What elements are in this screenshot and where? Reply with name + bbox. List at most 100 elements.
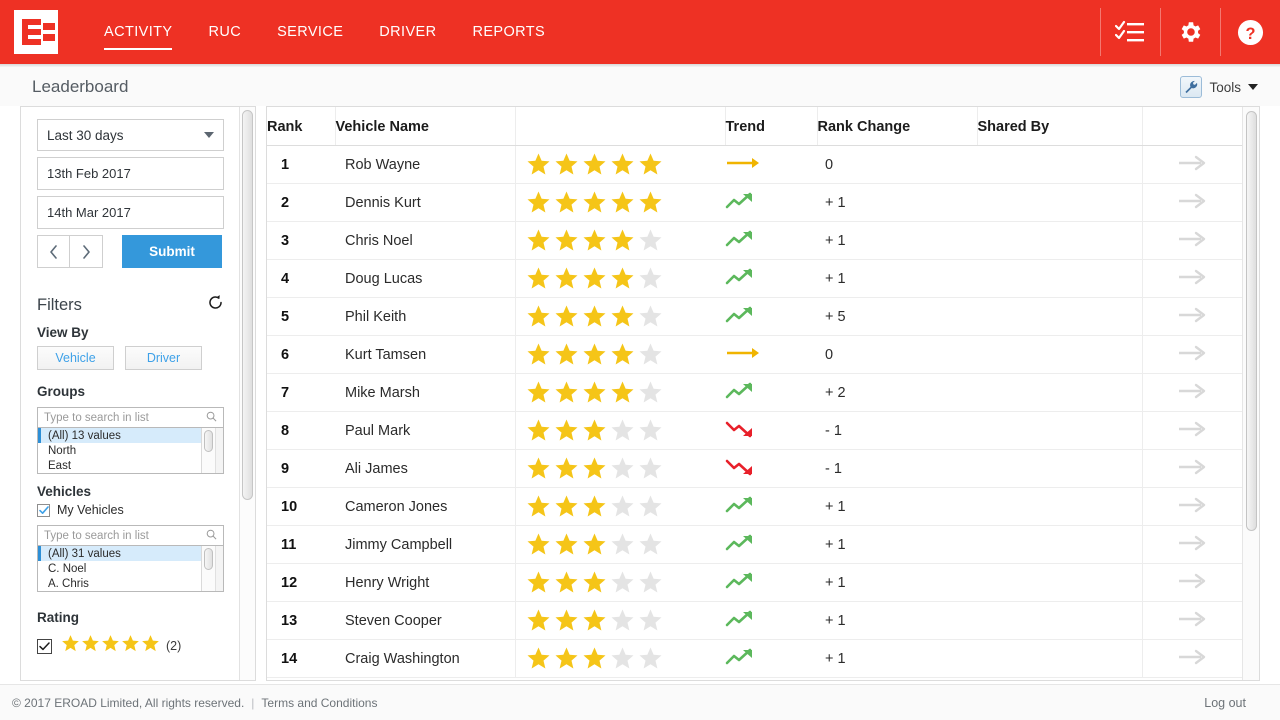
cell-action[interactable] bbox=[1142, 145, 1242, 184]
prev-period-button[interactable] bbox=[37, 235, 70, 268]
cell-action[interactable] bbox=[1142, 525, 1242, 564]
vehicles-search-input[interactable]: Type to search in list bbox=[37, 525, 224, 546]
nav-item-ruc[interactable]: RUC bbox=[208, 0, 241, 64]
table-row[interactable]: 10 Cameron Jones + 1 bbox=[267, 487, 1242, 526]
my-vehicles-row[interactable]: My Vehicles bbox=[37, 503, 224, 517]
table-row[interactable]: 6 Kurt Tamsen 0 bbox=[267, 335, 1242, 374]
my-vehicles-checkbox[interactable] bbox=[37, 503, 50, 517]
list-item[interactable]: (All) 13 values bbox=[38, 428, 201, 443]
list-item[interactable]: C. Noel bbox=[38, 561, 201, 576]
column-header-rank-change[interactable]: Rank Change bbox=[817, 107, 978, 146]
column-header-shared-by[interactable]: Shared By bbox=[977, 107, 1143, 146]
table-row[interactable]: 3 Chris Noel + 1 bbox=[267, 221, 1242, 260]
cell-rating bbox=[515, 259, 725, 298]
cell-action[interactable] bbox=[1142, 487, 1242, 526]
table-row[interactable]: 14 Craig Washington + 1 bbox=[267, 639, 1242, 678]
date-from-input[interactable]: 13th Feb 2017 bbox=[37, 157, 224, 190]
groups-list[interactable]: (All) 13 values North East bbox=[37, 428, 224, 474]
table-row[interactable]: 11 Jimmy Campbell + 1 bbox=[267, 525, 1242, 564]
sidebar-scrollbar-thumb[interactable] bbox=[242, 110, 253, 500]
tools-menu[interactable]: Tools bbox=[1180, 76, 1258, 98]
row-detail-arrow-icon[interactable] bbox=[1177, 649, 1207, 671]
logout-link[interactable]: Log out bbox=[1204, 696, 1246, 710]
sidebar-scrollbar[interactable] bbox=[239, 107, 255, 680]
cell-vehicle-name: Mike Marsh bbox=[335, 373, 516, 412]
gear-icon[interactable] bbox=[1160, 0, 1220, 64]
row-detail-arrow-icon[interactable] bbox=[1177, 307, 1207, 329]
submit-button[interactable]: Submit bbox=[122, 235, 222, 268]
rating-filter-5-stars[interactable]: (2) bbox=[37, 634, 224, 658]
groups-list-scrollbar[interactable] bbox=[201, 428, 215, 473]
column-header-rank[interactable]: Rank bbox=[267, 107, 336, 146]
nav-item-activity[interactable]: ACTIVITY bbox=[104, 0, 173, 64]
next-period-button[interactable] bbox=[70, 235, 103, 268]
row-detail-arrow-icon[interactable] bbox=[1177, 231, 1207, 253]
date-to-input[interactable]: 14th Mar 2017 bbox=[37, 196, 224, 229]
cell-vehicle-name: Craig Washington bbox=[335, 639, 516, 678]
row-detail-arrow-icon[interactable] bbox=[1177, 383, 1207, 405]
table-row[interactable]: 7 Mike Marsh + 2 bbox=[267, 373, 1242, 412]
vehicles-list-scrollbar[interactable] bbox=[201, 546, 215, 591]
cell-action[interactable] bbox=[1142, 449, 1242, 488]
footer: © 2017 EROAD Limited, All rights reserve… bbox=[0, 684, 1280, 720]
cell-action[interactable] bbox=[1142, 221, 1242, 260]
date-range-select[interactable]: Last 30 days bbox=[37, 119, 224, 151]
view-by-vehicle-button[interactable]: Vehicle bbox=[37, 346, 114, 370]
row-detail-arrow-icon[interactable] bbox=[1177, 269, 1207, 291]
row-detail-arrow-icon[interactable] bbox=[1177, 497, 1207, 519]
list-item[interactable]: North bbox=[38, 443, 201, 458]
groups-outer-scrollbar[interactable] bbox=[215, 428, 223, 473]
table-row[interactable]: 8 Paul Mark - 1 bbox=[267, 411, 1242, 450]
cell-action[interactable] bbox=[1142, 259, 1242, 298]
help-icon[interactable]: ? bbox=[1220, 0, 1280, 64]
date-to-value: 14th Mar 2017 bbox=[47, 205, 131, 220]
nav-item-driver[interactable]: DRIVER bbox=[379, 0, 436, 64]
vehicles-search-placeholder: Type to search in list bbox=[44, 529, 149, 542]
list-item[interactable]: East bbox=[38, 458, 201, 473]
vehicles-outer-scrollbar[interactable] bbox=[215, 546, 223, 591]
row-detail-arrow-icon[interactable] bbox=[1177, 155, 1207, 177]
nav-item-reports[interactable]: REPORTS bbox=[472, 0, 545, 64]
cell-shared-by bbox=[977, 183, 1143, 222]
table-row[interactable]: 13 Steven Cooper + 1 bbox=[267, 601, 1242, 640]
cell-action[interactable] bbox=[1142, 563, 1242, 602]
cell-action[interactable] bbox=[1142, 373, 1242, 412]
vehicles-list[interactable]: (All) 31 values C. Noel A. Chris bbox=[37, 546, 224, 592]
table-row[interactable]: 5 Phil Keith + 5 bbox=[267, 297, 1242, 336]
cell-action[interactable] bbox=[1142, 601, 1242, 640]
cell-action[interactable] bbox=[1142, 335, 1242, 374]
checklist-icon[interactable] bbox=[1100, 0, 1160, 64]
row-detail-arrow-icon[interactable] bbox=[1177, 459, 1207, 481]
rating-checkbox[interactable] bbox=[37, 638, 52, 654]
cell-action[interactable] bbox=[1142, 639, 1242, 678]
table-row[interactable]: 9 Ali James - 1 bbox=[267, 449, 1242, 488]
cell-rank-change: + 1 bbox=[817, 525, 977, 564]
terms-and-conditions-link[interactable]: Terms and Conditions bbox=[261, 696, 377, 710]
table-row[interactable]: 1 Rob Wayne 0 bbox=[267, 145, 1242, 184]
row-detail-arrow-icon[interactable] bbox=[1177, 611, 1207, 633]
row-detail-arrow-icon[interactable] bbox=[1177, 421, 1207, 443]
reset-filters-icon[interactable] bbox=[207, 294, 224, 316]
table-row[interactable]: 12 Henry Wright + 1 bbox=[267, 563, 1242, 602]
row-detail-arrow-icon[interactable] bbox=[1177, 345, 1207, 367]
table-row[interactable]: 4 Doug Lucas + 1 bbox=[267, 259, 1242, 298]
row-detail-arrow-icon[interactable] bbox=[1177, 573, 1207, 595]
star-icon bbox=[554, 646, 579, 671]
eroad-logo[interactable] bbox=[14, 10, 58, 54]
table-scrollbar-thumb[interactable] bbox=[1246, 111, 1257, 531]
cell-action[interactable] bbox=[1142, 411, 1242, 450]
cell-action[interactable] bbox=[1142, 183, 1242, 222]
view-by-driver-button[interactable]: Driver bbox=[125, 346, 202, 370]
groups-search-input[interactable]: Type to search in list bbox=[37, 407, 224, 428]
trend-up-icon bbox=[725, 230, 757, 253]
column-header-trend[interactable]: Trend bbox=[725, 107, 818, 146]
nav-item-service[interactable]: SERVICE bbox=[277, 0, 343, 64]
row-detail-arrow-icon[interactable] bbox=[1177, 535, 1207, 557]
column-header-vehicle-name[interactable]: Vehicle Name bbox=[335, 107, 516, 146]
row-detail-arrow-icon[interactable] bbox=[1177, 193, 1207, 215]
table-row[interactable]: 2 Dennis Kurt + 1 bbox=[267, 183, 1242, 222]
cell-action[interactable] bbox=[1142, 297, 1242, 336]
list-item[interactable]: A. Chris bbox=[38, 576, 201, 591]
list-item[interactable]: (All) 31 values bbox=[38, 546, 201, 561]
table-scrollbar[interactable] bbox=[1242, 107, 1259, 680]
